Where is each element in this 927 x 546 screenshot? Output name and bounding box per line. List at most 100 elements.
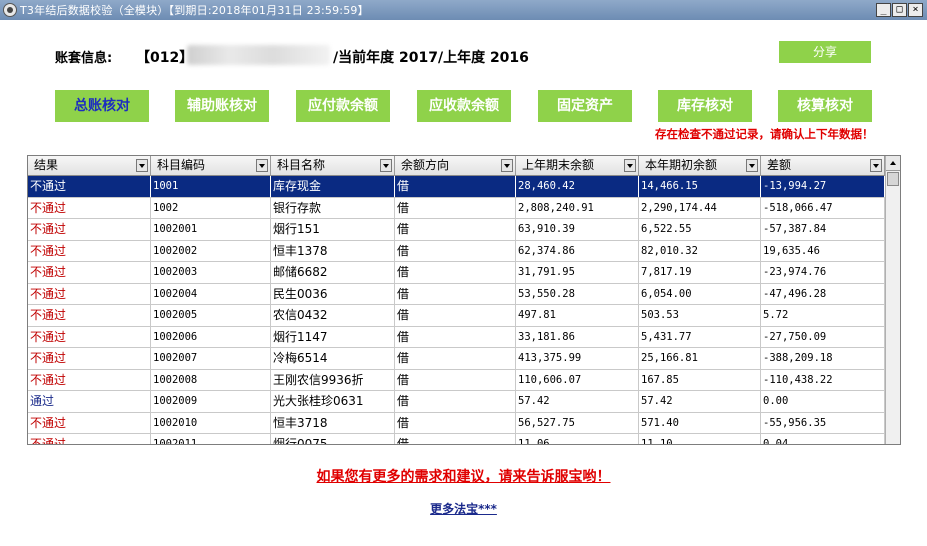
cell-name: 王刚农信9936折 — [271, 369, 395, 391]
cell-name: 银行存款 — [271, 197, 395, 219]
cell-code: 1002011 — [151, 434, 271, 444]
cell-curr-balance: 11.10 — [639, 434, 761, 444]
cell-diff: 0.04 — [761, 434, 885, 444]
cell-direction: 借 — [395, 348, 516, 369]
cell-curr-balance: 7,817.19 — [639, 262, 761, 283]
cell-code: 1002002 — [151, 240, 271, 262]
cell-name: 农信0432 — [271, 305, 395, 326]
cell-code: 1002004 — [151, 283, 271, 305]
cell-name: 邮储6682 — [271, 262, 395, 283]
title-bar: T3年结后数据校验（全模块）【到期日:2018年01月31日 23:59:59】… — [0, 0, 927, 20]
cell-diff: -110,438.22 — [761, 369, 885, 391]
cell-curr-balance: 14,466.15 — [639, 176, 761, 197]
column-header-curr-balance[interactable]: 本年期初余额 — [639, 156, 761, 176]
module-costing-check-button[interactable]: 核算核对 — [778, 90, 872, 122]
table-row[interactable]: 不通过 1002008 王刚农信9936折借 110,606.07 167.85 -110… — [28, 369, 900, 391]
close-button[interactable]: × — [908, 3, 923, 17]
cell-diff: -57,387.84 — [761, 219, 885, 240]
filter-dropdown-icon[interactable] — [624, 159, 636, 172]
cell-name: 恒丰3718 — [271, 412, 395, 434]
minimize-button[interactable]: _ — [876, 3, 891, 17]
cell-curr-balance: 571.40 — [639, 412, 761, 434]
filter-dropdown-icon[interactable] — [136, 159, 148, 172]
cell-result: 通过 — [28, 391, 151, 412]
table-row[interactable]: 不通过 1001 库存现金借 28,460.42 14,466.15 -13,994.27 — [28, 176, 900, 198]
filter-dropdown-icon[interactable] — [380, 159, 392, 172]
cell-prev-balance: 28,460.42 — [516, 176, 639, 197]
cell-prev-balance: 56,527.75 — [516, 412, 639, 434]
cell-prev-balance: 63,910.39 — [516, 219, 639, 240]
cell-direction: 借 — [395, 434, 516, 444]
table-row[interactable]: 不通过 1002007 冷梅6514 借 413,375.99 25,166.81 -388… — [28, 348, 900, 370]
cell-result: 不通过 — [28, 219, 151, 240]
cell-direction: 借 — [395, 305, 516, 326]
table-row[interactable]: 不通过 1002011 烟行0075 借 11.06 11.10 0.04 — [28, 434, 900, 444]
table-row[interactable]: 不通过 1002004 民生0036 借 53,550.28 6,054.00 -47,49… — [28, 283, 900, 305]
scroll-thumb[interactable] — [887, 172, 899, 186]
cell-result: 不通过 — [28, 326, 151, 348]
cell-prev-balance: 110,606.07 — [516, 369, 639, 391]
cell-name: 冷梅6514 — [271, 348, 395, 369]
module-ledger-check-button[interactable]: 总账核对 — [55, 90, 149, 122]
module-inventory-check-button[interactable]: 库存核对 — [658, 90, 752, 122]
column-header-diff[interactable]: 差额 — [761, 156, 885, 176]
cell-diff: 0.00 — [761, 391, 885, 412]
cell-code: 1002007 — [151, 348, 271, 369]
column-header-result[interactable]: 结果 — [28, 156, 151, 176]
cell-curr-balance: 167.85 — [639, 369, 761, 391]
app-icon — [3, 3, 17, 17]
table-row[interactable]: 不通过 1002005 农信0432 借 497.81 503.53 5.72 — [28, 305, 900, 327]
filter-dropdown-icon[interactable] — [501, 159, 513, 172]
account-year-info: /当前年度 2017/上年度 2016 — [333, 50, 529, 66]
cell-direction: 借 — [395, 240, 516, 262]
account-code: 【012】 — [136, 50, 194, 66]
column-header-direction[interactable]: 余额方向 — [395, 156, 516, 176]
column-header-name[interactable]: 科目名称 — [271, 156, 395, 176]
cell-diff: -27,750.09 — [761, 326, 885, 348]
table-row[interactable]: 不通过 1002001 烟行151 借 63,910.39 6,522.55 -57,387… — [28, 219, 900, 241]
cell-diff: -13,994.27 — [761, 176, 885, 197]
cell-name: 恒丰1378 — [271, 240, 395, 262]
result-grid[interactable]: 结果 科目编码 科目名称 余额方向 上年期末余额 本年期初余额 差额 不通过 10… — [27, 155, 901, 445]
module-receivable-balance-button[interactable]: 应收款余额 — [417, 90, 511, 122]
cell-code: 1002003 — [151, 262, 271, 283]
module-aux-check-button[interactable]: 辅助账核对 — [175, 90, 269, 122]
cell-prev-balance: 33,181.86 — [516, 326, 639, 348]
cell-direction: 借 — [395, 369, 516, 391]
cell-code: 1002005 — [151, 305, 271, 326]
table-row[interactable]: 不通过 1002002 恒丰1378 借 62,374.86 82,010.32 19,63… — [28, 240, 900, 262]
filter-dropdown-icon[interactable] — [746, 159, 758, 172]
table-row[interactable]: 不通过 1002 银行存款借 2,808,240.91 2,290,174.44 -518… — [28, 197, 900, 219]
cell-direction: 借 — [395, 219, 516, 240]
more-tools-link[interactable]: 更多法宝*** — [0, 500, 927, 517]
cell-prev-balance: 2,808,240.91 — [516, 197, 639, 219]
filter-dropdown-icon[interactable] — [870, 159, 882, 172]
table-row[interactable]: 不通过 1002003 邮储6682 借 31,791.95 7,817.19 -23,97… — [28, 262, 900, 284]
column-header-code[interactable]: 科目编码 — [151, 156, 271, 176]
cell-result: 不通过 — [28, 240, 151, 262]
vertical-scrollbar[interactable] — [885, 156, 900, 444]
cell-curr-balance: 57.42 — [639, 391, 761, 412]
cell-name: 库存现金 — [271, 176, 395, 197]
module-payable-balance-button[interactable]: 应付款余额 — [296, 90, 390, 122]
cell-prev-balance: 57.42 — [516, 391, 639, 412]
cell-diff: -23,974.76 — [761, 262, 885, 283]
module-fixed-assets-button[interactable]: 固定资产 — [538, 90, 632, 122]
cell-result: 不通过 — [28, 434, 151, 444]
table-row[interactable]: 不通过 1002006 烟行1147 借 33,181.86 5,431.77 -27,75… — [28, 326, 900, 348]
promo-message[interactable]: 如果您有更多的需求和建议，请来告诉服宝哟！ — [0, 466, 927, 486]
table-row[interactable]: 不通过 1002010 恒丰3718 借 56,527.75 571.40 -55,956.… — [28, 412, 900, 434]
table-row[interactable]: 通过 1002009 光大张桂珍0631 借 57.42 57.42 0.00 — [28, 391, 900, 413]
filter-dropdown-icon[interactable] — [256, 159, 268, 172]
column-header-prev-balance[interactable]: 上年期末余额 — [516, 156, 639, 176]
maximize-button[interactable]: □ — [892, 3, 907, 17]
cell-result: 不通过 — [28, 369, 151, 391]
cell-name: 光大张桂珍0631 — [271, 391, 395, 412]
cell-curr-balance: 503.53 — [639, 305, 761, 326]
cell-curr-balance: 6,054.00 — [639, 283, 761, 305]
cell-name: 烟行151 — [271, 219, 395, 240]
scroll-up-icon[interactable] — [886, 156, 900, 171]
share-button[interactable]: 分享 — [779, 41, 871, 63]
cell-diff: 5.72 — [761, 305, 885, 326]
cell-curr-balance: 82,010.32 — [639, 240, 761, 262]
